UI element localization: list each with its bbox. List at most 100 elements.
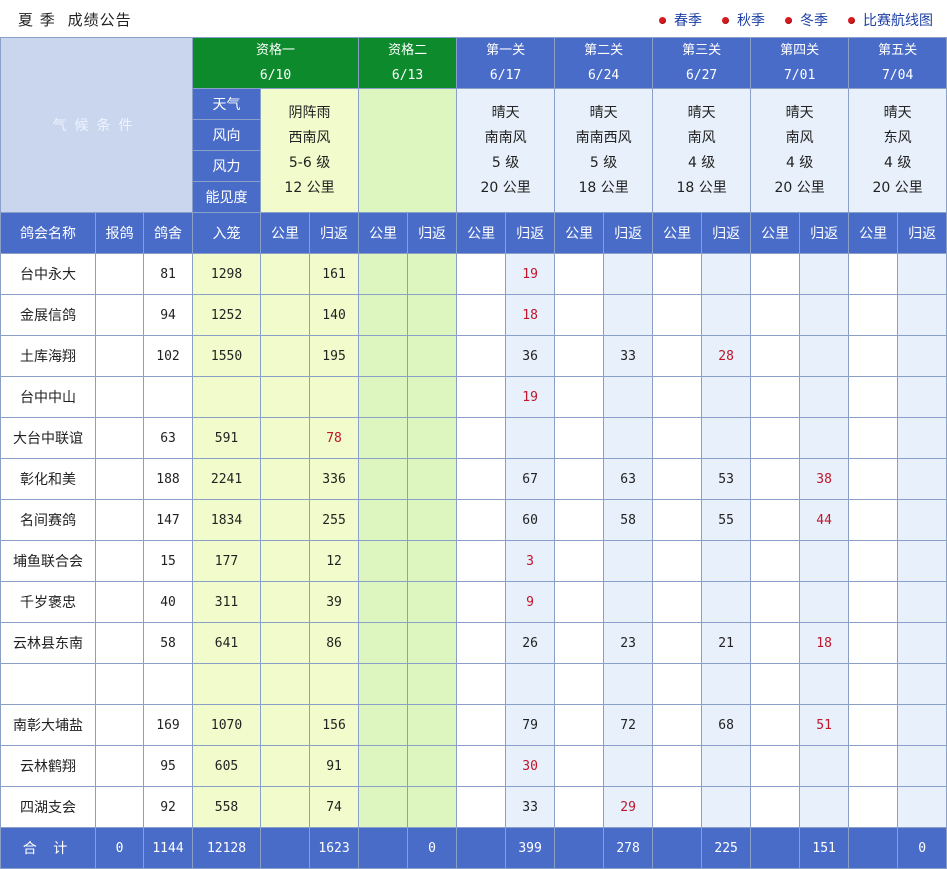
table-cell bbox=[358, 745, 409, 787]
club-name-cell bbox=[0, 663, 96, 705]
stage-name: 资格一 bbox=[256, 43, 296, 58]
table-cell bbox=[358, 786, 409, 828]
table-cell: 18 bbox=[799, 622, 850, 664]
stage-header-4: 第四关 7/01 bbox=[750, 37, 850, 89]
wind-force-label: 风力 bbox=[192, 150, 262, 182]
table-cell bbox=[848, 458, 899, 500]
table-cell bbox=[652, 499, 703, 541]
table-cell bbox=[848, 704, 899, 746]
nav-autumn[interactable]: 秋季 bbox=[722, 10, 765, 30]
table-cell: 68 bbox=[701, 704, 752, 746]
nav-autumn-label: 秋季 bbox=[737, 13, 765, 29]
table-cell bbox=[456, 458, 507, 500]
table-cell bbox=[603, 253, 654, 295]
table-cell bbox=[260, 745, 311, 787]
table-cell bbox=[750, 540, 801, 582]
totals-label: 合 计 bbox=[0, 827, 96, 869]
table-cell bbox=[456, 253, 507, 295]
table-cell bbox=[358, 581, 409, 623]
table-row: 台中中山 19 bbox=[0, 376, 947, 418]
table-cell bbox=[799, 745, 850, 787]
weather-stage-4: 晴天 南风 4 级 20 公里 bbox=[750, 88, 850, 213]
table-row: 南彰大埔盐 169 1070 156 79 72 68 51 bbox=[0, 704, 947, 746]
stage-date: 6/13 bbox=[391, 68, 424, 83]
table-cell bbox=[701, 253, 752, 295]
table-cell: 605 bbox=[192, 745, 262, 787]
table-cell: 74 bbox=[309, 786, 360, 828]
table-cell bbox=[652, 581, 703, 623]
table-cell bbox=[95, 376, 144, 418]
table-cell bbox=[750, 786, 801, 828]
table-row: 名间赛鸽 147 1834 255 60 58 55 44 bbox=[0, 499, 947, 541]
weather-q2 bbox=[358, 88, 458, 213]
club-name-cell: 千岁褒忠 bbox=[0, 581, 96, 623]
table-cell bbox=[407, 499, 458, 541]
col-returned: 归返 bbox=[799, 212, 850, 254]
club-name-cell: 台中永大 bbox=[0, 253, 96, 295]
table-cell: 15 bbox=[142, 540, 194, 582]
table-cell bbox=[652, 376, 703, 418]
club-name-cell: 大台中联谊 bbox=[0, 417, 96, 459]
nav-route-map[interactable]: 比赛航线图 bbox=[848, 10, 933, 30]
club-name-cell: 土库海翔 bbox=[0, 335, 96, 377]
conditions-label: 气候条件 bbox=[0, 37, 194, 213]
table-cell bbox=[309, 376, 360, 418]
wx-sky: 晴天 bbox=[785, 104, 814, 121]
table-cell bbox=[95, 745, 144, 787]
table-cell bbox=[554, 786, 605, 828]
nav-spring[interactable]: 春季 bbox=[659, 10, 702, 30]
table-cell bbox=[407, 458, 458, 500]
table-cell bbox=[554, 253, 605, 295]
nav-winter[interactable]: 冬季 bbox=[785, 10, 828, 30]
table-cell: 29 bbox=[603, 786, 654, 828]
wx-wind-dir: 南风 bbox=[785, 129, 814, 146]
table-cell: 39 bbox=[309, 581, 360, 623]
announcement-title: 成绩公告 bbox=[67, 11, 132, 29]
nav-route-map-label: 比赛航线图 bbox=[863, 13, 933, 29]
table-cell bbox=[358, 663, 409, 705]
club-name-cell: 金展信鸽 bbox=[0, 294, 96, 336]
table-cell: 140 bbox=[309, 294, 360, 336]
table-cell bbox=[701, 745, 752, 787]
table-cell bbox=[554, 745, 605, 787]
total-cell bbox=[750, 827, 801, 869]
table-cell bbox=[848, 253, 899, 295]
wx-wind-dir: 南南西风 bbox=[575, 129, 632, 146]
table-cell bbox=[603, 417, 654, 459]
table-cell bbox=[652, 704, 703, 746]
bullet-icon bbox=[785, 16, 792, 24]
table-cell bbox=[260, 704, 311, 746]
total-cell bbox=[260, 827, 311, 869]
table-row bbox=[0, 663, 947, 705]
table-cell bbox=[456, 745, 507, 787]
table-cell bbox=[701, 376, 752, 418]
table-cell bbox=[897, 622, 947, 664]
table-cell: 44 bbox=[799, 499, 850, 541]
total-cell: 0 bbox=[95, 827, 144, 869]
table-cell: 255 bbox=[309, 499, 360, 541]
stage-date: 7/01 bbox=[783, 68, 816, 83]
table-cell: 169 bbox=[142, 704, 194, 746]
table-cell bbox=[652, 253, 703, 295]
table-cell: 58 bbox=[603, 499, 654, 541]
table-cell bbox=[897, 704, 947, 746]
col-club: 鸽会名称 bbox=[0, 212, 96, 254]
col-km: 公里 bbox=[456, 212, 507, 254]
table-cell bbox=[554, 294, 605, 336]
table-row: 彰化和美 188 2241 336 67 63 53 38 bbox=[0, 458, 947, 500]
table-cell bbox=[358, 622, 409, 664]
table-cell bbox=[652, 745, 703, 787]
table-cell bbox=[407, 581, 458, 623]
table-cell: 2241 bbox=[192, 458, 262, 500]
table-cell bbox=[897, 540, 947, 582]
stage-name: 第三关 bbox=[682, 43, 722, 58]
table-row: 云林县东南 58 641 86 26 23 21 18 bbox=[0, 622, 947, 664]
stage-header-q2: 资格二 6/13 bbox=[358, 37, 458, 89]
table-cell bbox=[407, 786, 458, 828]
stage-header-1: 第一关 6/17 bbox=[456, 37, 556, 89]
stage-header-2: 第二关 6/24 bbox=[554, 37, 654, 89]
col-km: 公里 bbox=[652, 212, 703, 254]
wind-direction-label: 风向 bbox=[192, 119, 262, 151]
table-cell bbox=[407, 540, 458, 582]
table-cell: 147 bbox=[142, 499, 194, 541]
